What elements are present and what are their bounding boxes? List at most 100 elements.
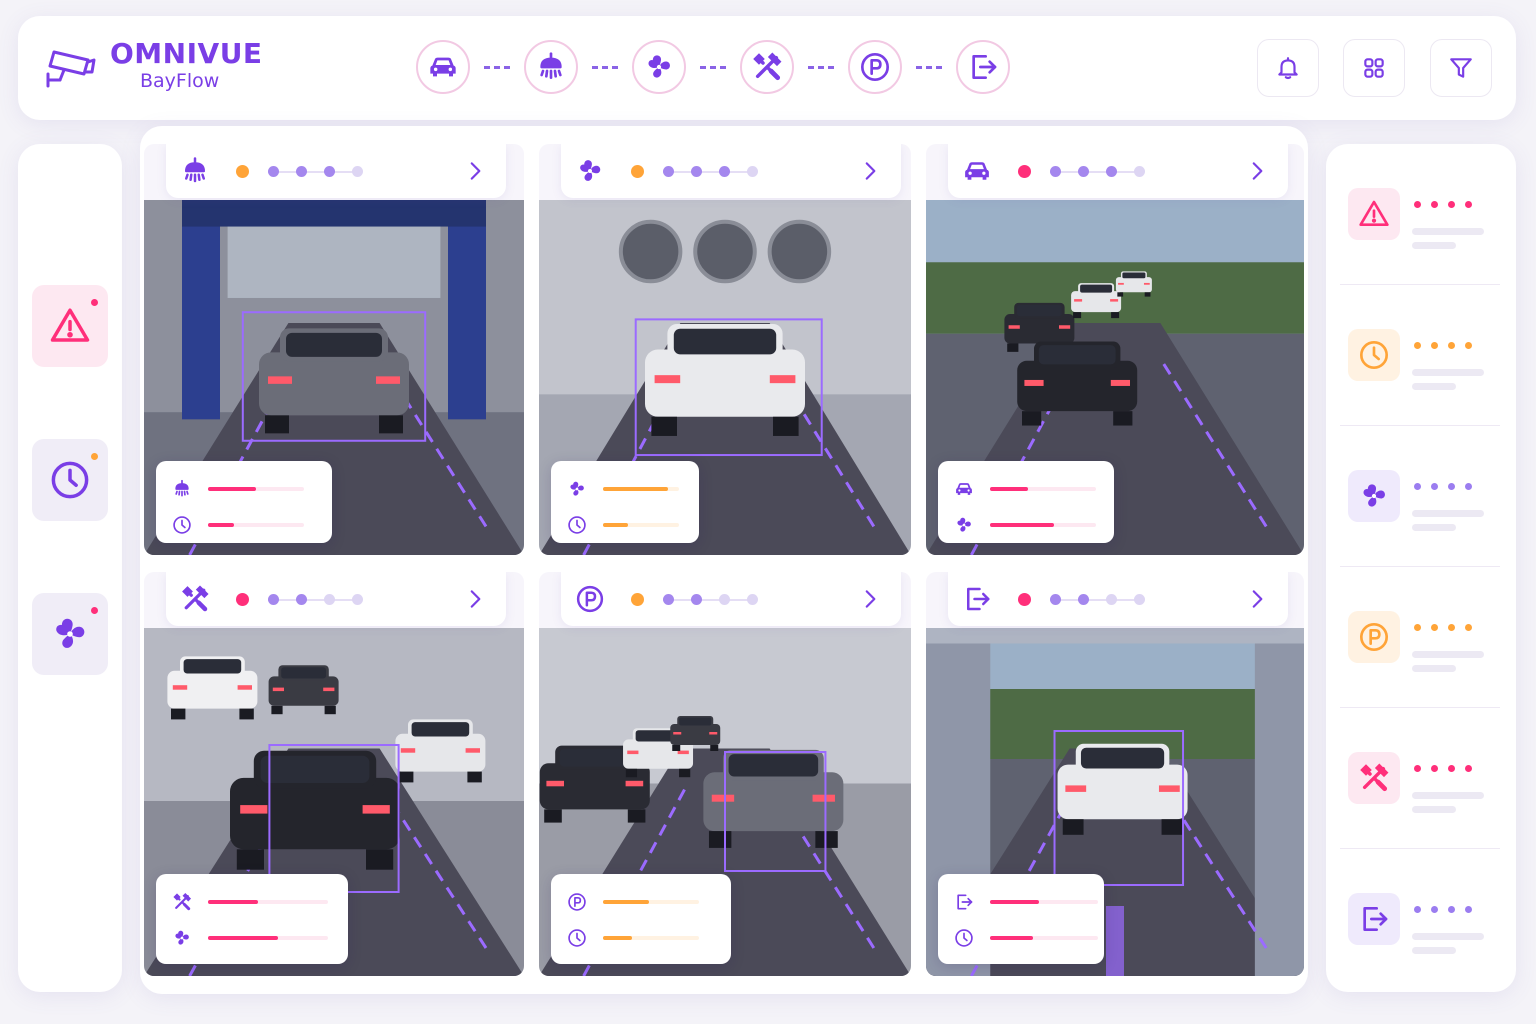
- alert-dot: [1431, 906, 1438, 913]
- stage-step: [1106, 166, 1117, 177]
- metric-bar: [603, 523, 679, 527]
- camera-feed-parking[interactable]: [539, 572, 911, 976]
- car-icon: [427, 51, 459, 83]
- alert-text-placeholder: [1412, 792, 1484, 799]
- chevron-right-icon[interactable]: [462, 158, 488, 184]
- metrics-card: [938, 461, 1114, 543]
- alert-item[interactable]: [1340, 285, 1500, 426]
- car-icon: [952, 477, 976, 501]
- metric-bar-fill: [603, 487, 668, 491]
- car-icon: [962, 156, 992, 186]
- flow-step-parking[interactable]: [848, 40, 902, 94]
- flow-step-car[interactable]: [416, 40, 470, 94]
- camera-status-chip[interactable]: [948, 144, 1288, 198]
- alert-item[interactable]: [1340, 426, 1500, 567]
- alert-item[interactable]: [1340, 567, 1500, 708]
- chevron-right-icon[interactable]: [1244, 158, 1270, 184]
- alert-dot: [1414, 765, 1421, 772]
- camera-status-chip[interactable]: [948, 572, 1288, 626]
- alert-icon-badge: [1348, 470, 1400, 522]
- logo[interactable]: OMNIVUE BayFlow: [44, 40, 263, 91]
- metric-row: [952, 513, 1096, 537]
- warning-icon: [1358, 198, 1390, 230]
- clock-icon: [170, 513, 194, 537]
- chevron-right-icon[interactable]: [462, 586, 488, 612]
- camera-logo-icon: [44, 44, 96, 88]
- stage-step: [296, 166, 307, 177]
- metric-bar: [990, 487, 1096, 491]
- camera-status-dot: [236, 593, 249, 606]
- stage-step: [1134, 594, 1145, 605]
- sidebar-item-clock[interactable]: [32, 439, 108, 521]
- filter-button[interactable]: [1430, 39, 1492, 97]
- stage-progress-track: [663, 599, 755, 601]
- stage-step: [268, 166, 279, 177]
- alert-dot: [1465, 906, 1472, 913]
- chevron-right-icon[interactable]: [857, 586, 883, 612]
- alert-item[interactable]: [1340, 849, 1500, 989]
- brand-name: OMNIVUE: [110, 37, 263, 70]
- status-dot: [91, 607, 98, 614]
- metric-bar: [990, 936, 1098, 940]
- metrics-card: [551, 874, 731, 964]
- camera-status-dot: [1018, 165, 1031, 178]
- camera-status-chip[interactable]: [166, 572, 506, 626]
- metric-row: [565, 477, 679, 501]
- stage-step: [352, 166, 363, 177]
- stage-step: [1106, 594, 1117, 605]
- camera-status-chip[interactable]: [561, 144, 901, 198]
- flow-step-fan[interactable]: [632, 40, 686, 94]
- camera-status-dot: [631, 593, 644, 606]
- alert-item[interactable]: [1340, 708, 1500, 849]
- metric-bar: [990, 523, 1096, 527]
- camera-feed-wash-bay[interactable]: [144, 144, 524, 555]
- alert-dot: [1431, 342, 1438, 349]
- metric-row: [170, 477, 304, 501]
- stage-progress-track: [1050, 171, 1142, 173]
- brand-subtitle: BayFlow: [140, 70, 220, 92]
- alert-text-placeholder: [1412, 651, 1484, 658]
- alert-dot: [1448, 201, 1455, 208]
- alert-icon-badge: [1348, 752, 1400, 804]
- metric-bar-fill: [990, 900, 1039, 904]
- left-sidebar: [18, 144, 122, 992]
- alert-severity: [1414, 906, 1472, 913]
- alert-dot: [1448, 342, 1455, 349]
- sidebar-item-fan[interactable]: [32, 593, 108, 675]
- stage-progress-track: [268, 171, 360, 173]
- camera-status-chip[interactable]: [561, 572, 901, 626]
- camera-feed-entry-queue[interactable]: [926, 144, 1304, 555]
- camera-status-dot: [631, 165, 644, 178]
- filter-icon: [1448, 55, 1474, 81]
- alert-item[interactable]: [1340, 144, 1500, 285]
- notifications-button[interactable]: [1257, 39, 1319, 97]
- chevron-right-icon[interactable]: [1244, 586, 1270, 612]
- stage-step: [1134, 166, 1145, 177]
- alert-severity: [1414, 201, 1472, 208]
- flow-connector: [484, 65, 510, 69]
- stage-step: [268, 594, 279, 605]
- sidebar-item-warning[interactable]: [32, 285, 108, 367]
- chevron-right-icon[interactable]: [857, 158, 883, 184]
- alert-text-placeholder: [1412, 369, 1484, 376]
- parking-icon: [575, 584, 605, 614]
- camera-feed-service-bay[interactable]: [144, 572, 524, 976]
- camera-feed-dry-bay[interactable]: [539, 144, 911, 555]
- metric-bar-fill: [603, 900, 650, 904]
- metric-bar-fill: [208, 523, 234, 527]
- flow-step-shower[interactable]: [524, 40, 578, 94]
- grid-view-button[interactable]: [1343, 39, 1405, 97]
- alert-icon-badge: [1348, 611, 1400, 663]
- alert-dot: [1465, 483, 1472, 490]
- metric-bar: [603, 936, 699, 940]
- flow-step-tools[interactable]: [740, 40, 794, 94]
- shower-icon: [170, 477, 194, 501]
- alert-icon-badge: [1348, 188, 1400, 240]
- warning-icon: [49, 305, 91, 347]
- metric-bar: [208, 487, 304, 491]
- stage-step: [296, 594, 307, 605]
- camera-feed-exit-lane[interactable]: [926, 572, 1304, 976]
- camera-status-chip[interactable]: [166, 144, 506, 198]
- flow-step-exit[interactable]: [956, 40, 1010, 94]
- metric-row: [170, 890, 328, 914]
